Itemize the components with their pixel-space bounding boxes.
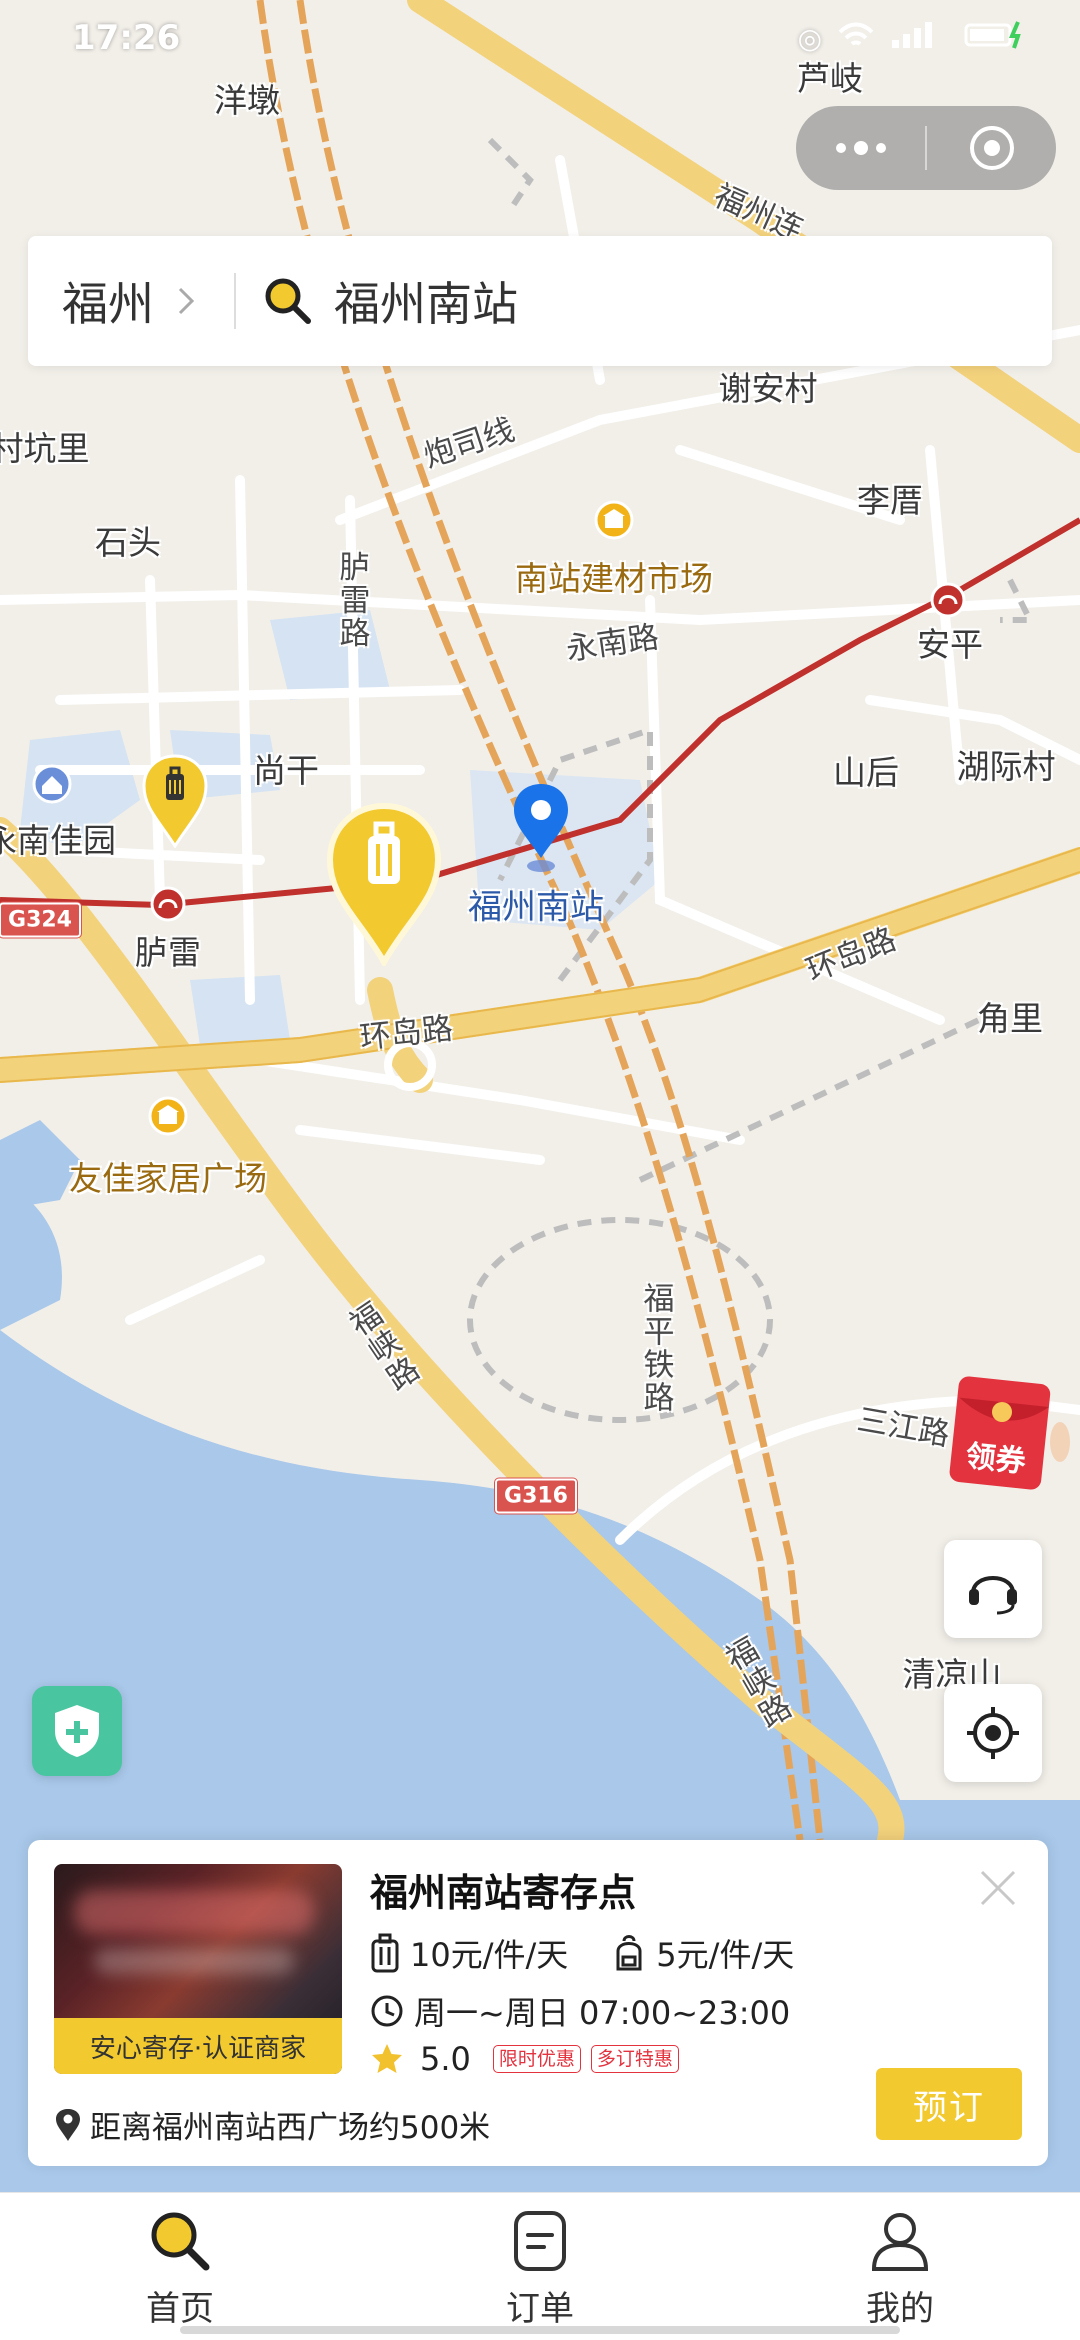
clock-icon [370, 1994, 404, 2028]
store-card[interactable]: 安心寄存·认证商家 福州南站寄存点 10元/件/天 5元/件/天 周一~周日 0… [28, 1840, 1048, 2166]
rating-row: 5.0 限时优惠 多订特惠 [370, 2040, 679, 2078]
backpack-icon [612, 1933, 646, 1973]
tab-home[interactable]: 首页 [0, 2193, 360, 2340]
metro-icon [150, 886, 186, 922]
distance-row: 距离福州南站西广场约500米 [54, 2102, 490, 2147]
tab-home-label: 首页 [146, 2289, 214, 2329]
search-icon [151, 2212, 210, 2271]
tab-orders-label: 订单 [506, 2289, 574, 2329]
coupon-label: 领券 [963, 1438, 1028, 1481]
luggage-icon [370, 1933, 400, 1973]
close-mini-program-button[interactable] [927, 106, 1056, 190]
coupon-button[interactable]: 领券 [948, 1372, 1070, 1492]
luggage-store-pin-selected[interactable] [322, 800, 446, 966]
mini-program-capsule [796, 106, 1056, 190]
map-label-shanggan: 尚干 [253, 751, 319, 790]
locate-icon [967, 1707, 1019, 1759]
metro-icon [930, 582, 966, 618]
price-row: 10元/件/天 5元/件/天 [370, 1930, 794, 1976]
map-label-yongnan-jiayuan: 永南佳园 [0, 821, 116, 860]
hours-row: 周一~周日 07:00~23:00 [370, 1988, 790, 2034]
signal-icon [890, 20, 950, 57]
tab-mine[interactable]: 我的 [720, 2193, 1080, 2340]
location-pin-icon [56, 2108, 80, 2141]
map-label-hujicun: 湖际村 [956, 747, 1056, 786]
store-photo: 安心寄存·认证商家 [54, 1864, 342, 2074]
map-label-youjia-plaza: 友佳家居广场 [69, 1159, 267, 1198]
map-label-xieancun: 谢安村 [718, 369, 818, 408]
status-time: 17:26 [72, 18, 181, 58]
station-location-pin[interactable] [508, 780, 574, 876]
tab-orders[interactable]: 订单 [360, 2193, 720, 2340]
luggage-store-pin-small[interactable] [140, 752, 210, 848]
search-bar: 福州 福州南站 [28, 236, 1052, 366]
locate-me-button[interactable] [944, 1684, 1042, 1782]
safety-shield-button[interactable] [32, 1686, 122, 1776]
more-button[interactable] [796, 106, 925, 190]
book-button[interactable]: 预订 [876, 2068, 1022, 2140]
headset-icon [969, 1576, 1017, 1615]
close-icon [980, 1870, 1016, 1906]
location-icon: ◎ [797, 22, 822, 55]
tab-mine-label: 我的 [866, 2289, 934, 2329]
map-label-shanhou: 山后 [833, 753, 899, 792]
status-icons: ◎ [798, 20, 1024, 57]
status-bar: 17:26 ◎ [0, 0, 1080, 84]
shop-poi-icon[interactable] [148, 1096, 188, 1136]
map-label-nanzhan-market: 南站建材市场 [515, 559, 713, 598]
shop-poi-icon[interactable] [594, 500, 634, 540]
battery-icon [964, 20, 1024, 57]
promo-tag-multi: 多订特惠 [590, 2044, 679, 2074]
rating-value: 5.0 [420, 2040, 471, 2078]
user-icon [871, 2213, 929, 2271]
store-name: 福州南站寄存点 [370, 1871, 637, 1915]
residential-poi-icon[interactable] [32, 764, 72, 804]
distance-text: 距离福州南站西广场约500米 [90, 2110, 491, 2146]
city-name: 福州 [62, 277, 154, 331]
map-label-luleilu: 胪雷路 [333, 550, 370, 650]
target-circle-icon [969, 126, 1014, 170]
star-icon [370, 2042, 404, 2076]
map-label-anping: 安平 [917, 625, 983, 664]
opening-hours: 周一~周日 07:00~23:00 [414, 1994, 791, 2032]
search-input[interactable]: 福州南站 [262, 236, 1052, 366]
map-label-fuzhou-south-station: 福州南站 [468, 887, 604, 928]
divider [234, 273, 236, 329]
map-label-shitou: 石头 [95, 523, 161, 562]
price-backpack: 5元/件/天 [656, 1936, 795, 1974]
home-indicator [180, 2326, 900, 2334]
shield-plus-icon [55, 1705, 99, 1757]
customer-service-button[interactable] [944, 1540, 1042, 1638]
wifi-icon [836, 20, 876, 57]
map-label-lulei: 胪雷 [135, 933, 201, 972]
shield-g324: G324 [0, 902, 81, 938]
map-label-kengli: 村坑里 [0, 429, 90, 468]
promo-tag-limited: 限时优惠 [492, 2044, 581, 2074]
close-card-button[interactable] [972, 1862, 1024, 1914]
city-picker[interactable]: 福州 [28, 236, 206, 366]
map-label-jiaoli: 角里 [977, 999, 1043, 1038]
more-dots-icon [835, 141, 886, 155]
shield-g316: G316 [495, 1478, 577, 1514]
map-label-licuo: 李厝 [857, 481, 923, 520]
price-luggage: 10元/件/天 [410, 1936, 569, 1974]
search-icon [265, 278, 311, 324]
certified-badge: 安心寄存·认证商家 [54, 2018, 342, 2074]
tab-bar: 首页 订单 我的 [0, 2192, 1080, 2340]
order-icon [514, 2211, 566, 2271]
chevron-right-icon [178, 287, 195, 315]
search-query: 福州南站 [334, 277, 518, 331]
map-label-fuping-railway: 福平铁路 [637, 1282, 674, 1414]
